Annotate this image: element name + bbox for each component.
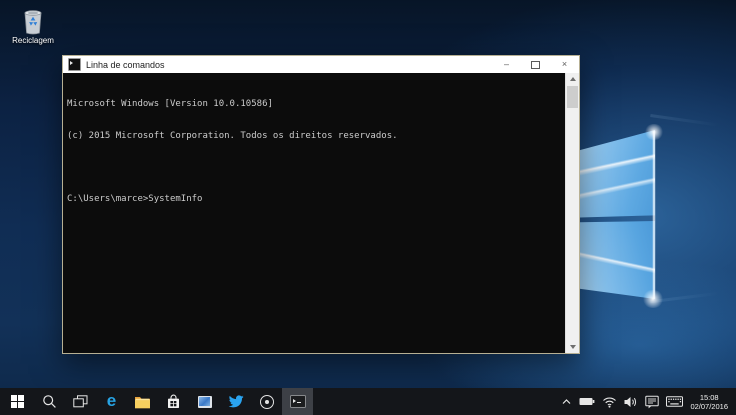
- close-button[interactable]: ×: [550, 56, 579, 73]
- window-title: Linha de comandos: [86, 59, 165, 70]
- desktop: Reciclagem Linha de comandos – × Microso…: [0, 0, 736, 415]
- maximize-button[interactable]: [521, 56, 550, 73]
- clock-date: 02/07/2016: [690, 401, 728, 411]
- search-button[interactable]: [34, 388, 65, 415]
- console-body[interactable]: Microsoft Windows [Version 10.0.10586] (…: [63, 73, 579, 353]
- battery-icon: [579, 398, 595, 405]
- recycle-bin-label: Reciclagem: [12, 36, 54, 45]
- task-view-icon: [73, 395, 88, 408]
- taskbar-file-explorer-button[interactable]: [127, 388, 158, 415]
- chevron-up-icon: [569, 77, 576, 81]
- volume-button[interactable]: [620, 388, 641, 415]
- maximize-icon: [531, 60, 540, 69]
- command-prompt-window: Linha de comandos – × Microsoft Windows …: [62, 55, 580, 354]
- taskbar: e 15:08 02/07/2016: [0, 388, 736, 415]
- show-hidden-icons-button[interactable]: [557, 388, 575, 415]
- volume-icon: [624, 396, 637, 407]
- taskbar-pinned-app-button[interactable]: [189, 388, 220, 415]
- taskbar-edge-button[interactable]: e: [96, 388, 127, 415]
- console-prompt-line: C:\Users\marce>SystemInfo: [67, 193, 203, 204]
- store-icon: [168, 394, 179, 408]
- battery-status-button[interactable]: [575, 388, 598, 415]
- taskbar-twitter-button[interactable]: [220, 388, 251, 415]
- windows-hero-logo-edge-glow: [653, 131, 655, 299]
- pinned-app-icon: [197, 395, 212, 408]
- edge-icon: e: [106, 391, 117, 410]
- recycle-bin-shortcut[interactable]: Reciclagem: [6, 7, 60, 45]
- search-icon: [43, 395, 56, 408]
- keyboard-icon: [665, 396, 683, 407]
- chevron-up-icon: [562, 399, 571, 404]
- taskbar-store-button[interactable]: [158, 388, 189, 415]
- glow-point: [644, 124, 664, 140]
- recycle-bin-icon: [24, 10, 42, 35]
- scroll-up-button[interactable]: [566, 73, 579, 85]
- console-scrollbar[interactable]: [565, 73, 579, 353]
- action-center-icon: [645, 395, 659, 408]
- system-tray: 15:08 02/07/2016: [557, 388, 736, 415]
- cmd-icon: [289, 395, 306, 408]
- window-titlebar[interactable]: Linha de comandos – ×: [63, 56, 579, 73]
- wifi-icon: [603, 396, 616, 408]
- console-line: (c) 2015 Microsoft Corporation. Todos os…: [67, 130, 398, 141]
- cmd-window-icon: [68, 58, 81, 71]
- console-line: Microsoft Windows [Version 10.0.10586]: [67, 99, 273, 109]
- taskbar-command-prompt-button[interactable]: [282, 388, 313, 415]
- glow-point: [642, 290, 664, 308]
- task-view-button[interactable]: [65, 388, 96, 415]
- windows-logo-icon: [10, 395, 24, 408]
- recorder-icon: [259, 394, 274, 409]
- file-explorer-icon: [135, 396, 150, 408]
- action-center-button[interactable]: [641, 388, 662, 415]
- touch-keyboard-button[interactable]: [662, 388, 686, 415]
- start-button[interactable]: [0, 388, 34, 415]
- chevron-down-icon: [569, 345, 576, 349]
- minimize-button[interactable]: –: [492, 56, 521, 73]
- twitter-icon: [228, 394, 244, 407]
- console-output: Microsoft Windows [Version 10.0.10586] (…: [67, 78, 563, 225]
- clock-time: 15:08: [699, 392, 719, 402]
- taskbar-recorder-button[interactable]: [251, 388, 282, 415]
- scroll-down-button[interactable]: [566, 341, 579, 353]
- taskbar-clock[interactable]: 15:08 02/07/2016: [686, 388, 733, 415]
- network-status-button[interactable]: [598, 388, 620, 415]
- light-ray: [650, 114, 736, 129]
- scrollbar-thumb[interactable]: [567, 86, 578, 108]
